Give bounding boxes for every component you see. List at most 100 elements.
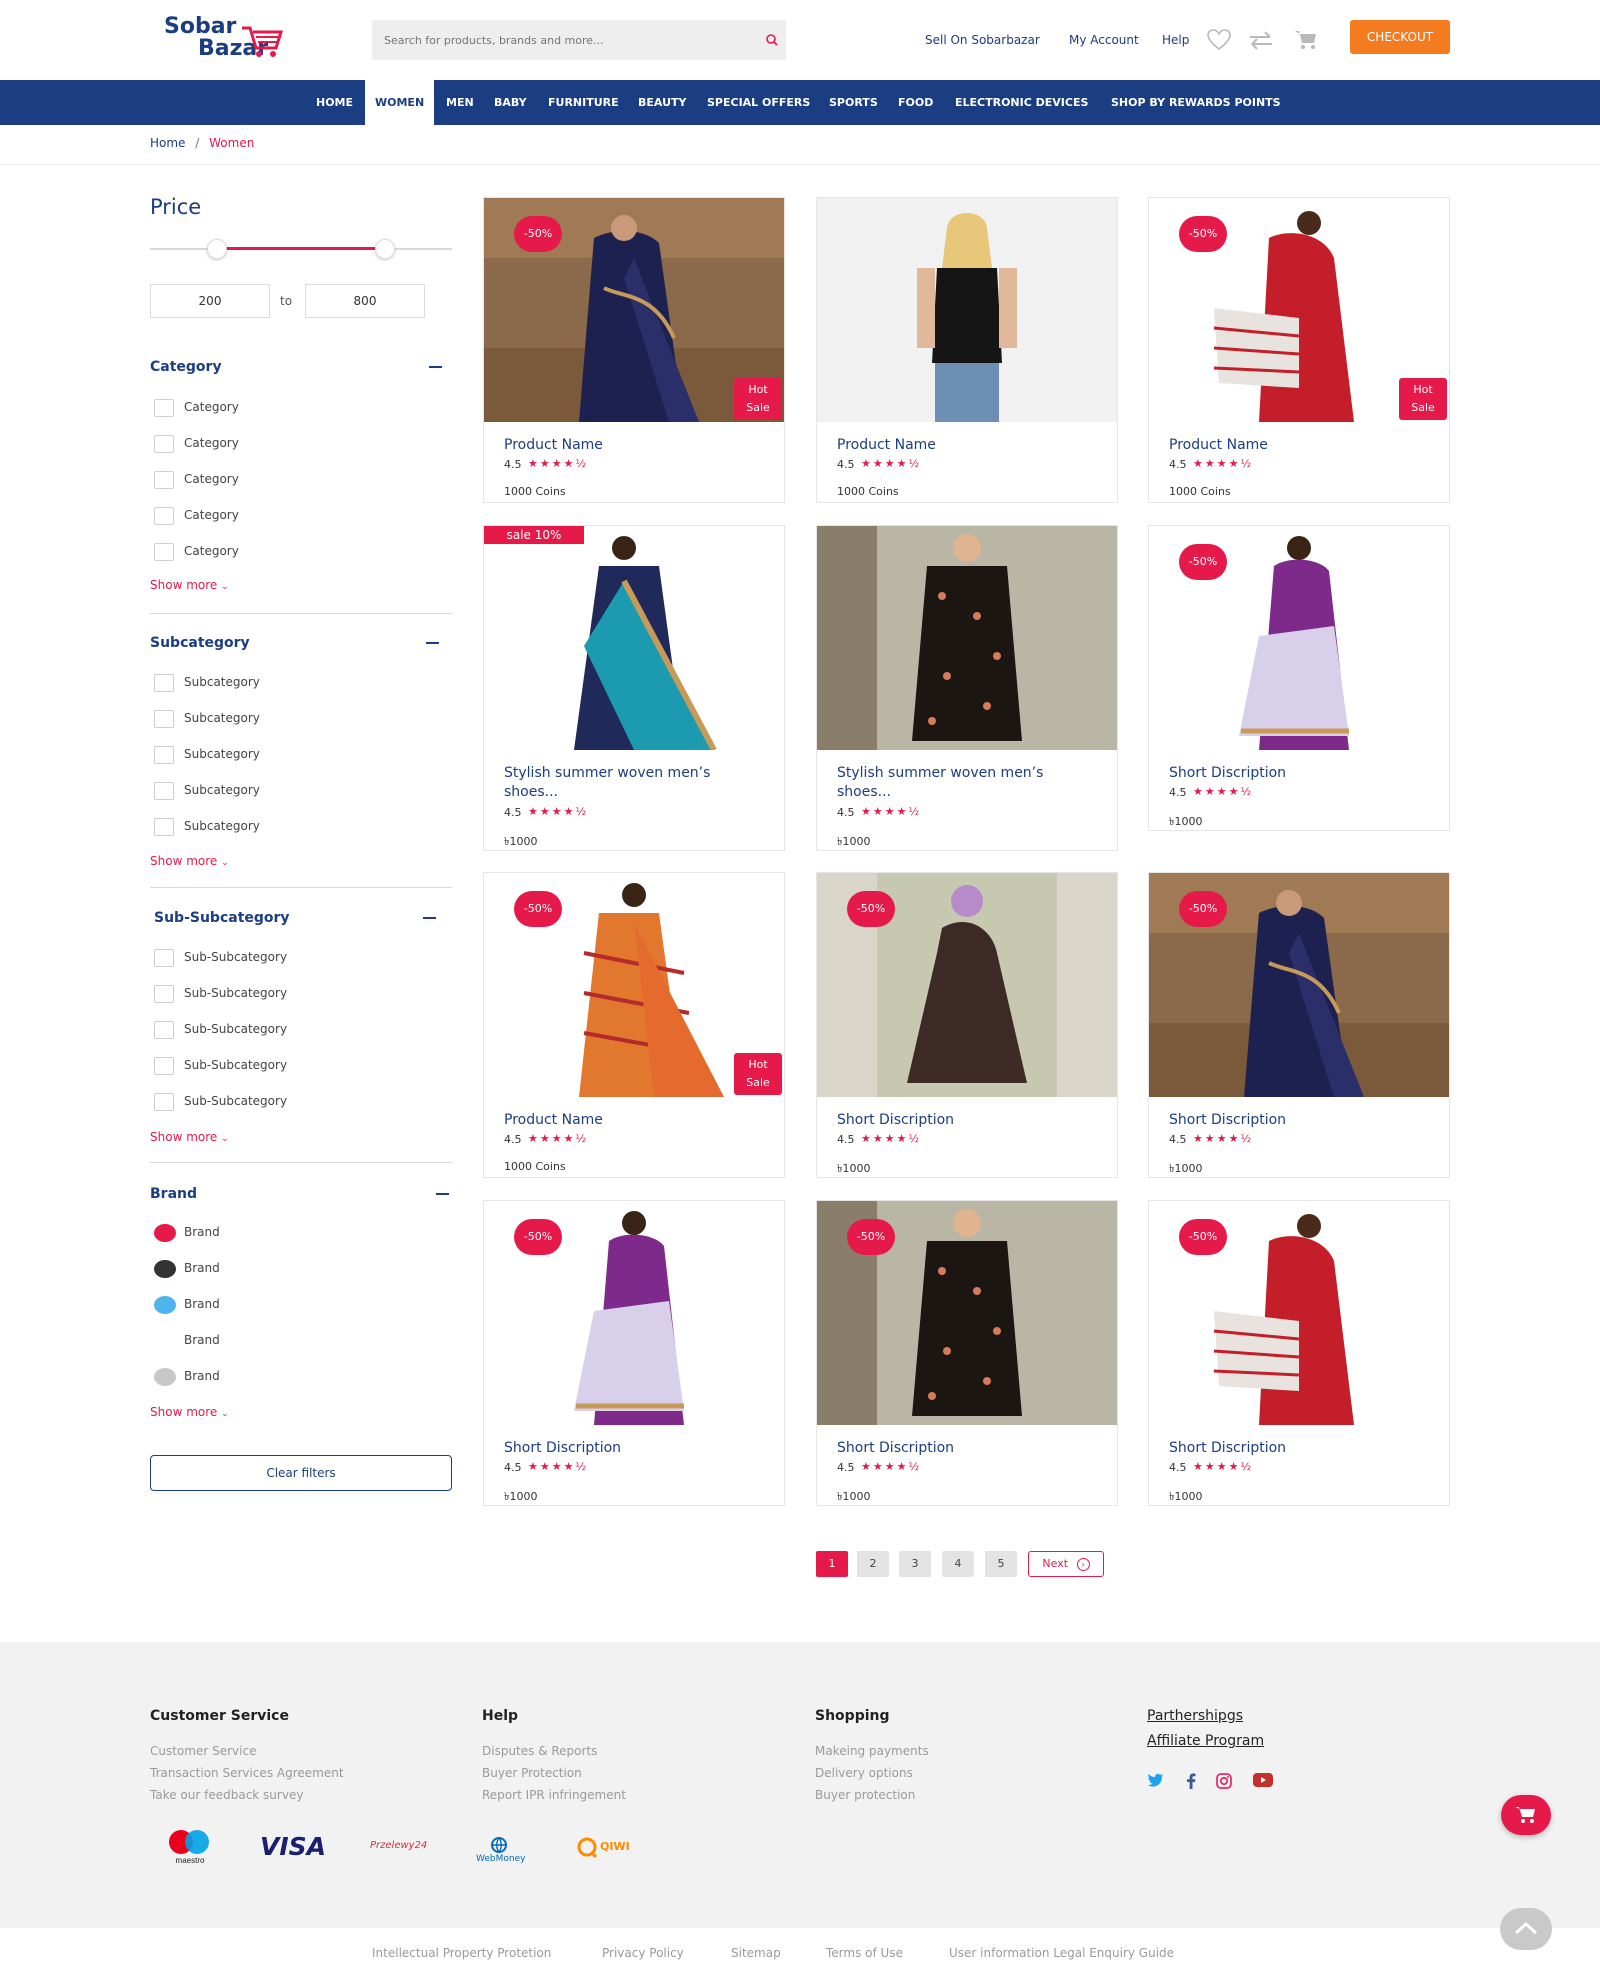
price-min-handle[interactable] (207, 239, 227, 259)
product-card[interactable]: -50% Hot Sale Product Name 4.5 ★★★★½ 1000 Coin… (1148, 197, 1450, 503)
subsubcategory-checkbox[interactable] (154, 949, 174, 967)
page-button[interactable]: 4 (942, 1551, 974, 1577)
subcategory-checkbox[interactable] (154, 674, 174, 692)
product-image[interactable] (817, 198, 1117, 422)
cart-icon[interactable] (1294, 29, 1318, 51)
page-button[interactable]: 3 (899, 1551, 931, 1577)
wishlist-heart-icon[interactable] (1206, 29, 1232, 51)
product-card[interactable]: -50% Hot Sale Product Name 4.5 ★★★★½ 1000 Coin… (483, 197, 785, 503)
page-button[interactable]: 2 (857, 1551, 889, 1577)
youtube-icon[interactable] (1253, 1773, 1273, 1787)
subsubcategory-checkbox[interactable] (154, 985, 174, 1003)
product-name[interactable]: Short Discription (1169, 1439, 1431, 1458)
product-image[interactable]: -50% Hot Sale (1149, 198, 1449, 422)
product-name[interactable]: Short Discription (1169, 1111, 1431, 1130)
nav-item-electronic-devices[interactable]: ELECTRONIC DEVICES (955, 80, 1088, 125)
twitter-icon[interactable] (1148, 1773, 1164, 1787)
category-checkbox[interactable] (154, 471, 174, 489)
brand-color-swatch[interactable] (154, 1332, 176, 1350)
price-max-handle[interactable] (375, 239, 395, 259)
partnerships-link[interactable]: Parthershipgs (1147, 1708, 1243, 1724)
product-name[interactable]: Stylish summer woven men’s shoes... (837, 764, 1099, 802)
product-card[interactable]: -50% Short Discription 4.5 ★★★★½ ৳1000 (1148, 525, 1450, 831)
floating-cart-button[interactable] (1501, 1795, 1551, 1835)
my-account-link[interactable]: My Account (1069, 33, 1139, 47)
product-image[interactable]: -50% (484, 1201, 784, 1425)
product-name[interactable]: Short Discription (1169, 764, 1431, 783)
category-checkbox[interactable] (154, 543, 174, 561)
brand-color-swatch[interactable] (154, 1296, 176, 1314)
product-card[interactable]: -50% Short Discription 4.5 ★★★★½ ৳1000 (1148, 872, 1450, 1178)
breadcrumb-home[interactable]: Home (150, 136, 185, 150)
brand-color-swatch[interactable] (154, 1224, 176, 1242)
collapse-brand-icon[interactable] (436, 1193, 449, 1195)
product-image[interactable]: -50% (1149, 1201, 1449, 1425)
bottom-link[interactable]: Sitemap (731, 1946, 781, 1960)
product-card[interactable]: -50% Short Discription 4.5 ★★★★½ ৳1000 (816, 1200, 1118, 1506)
next-page-button[interactable]: Next › (1028, 1551, 1104, 1577)
footer-link[interactable]: Customer Service (150, 1744, 256, 1758)
subsubcategory-checkbox[interactable] (154, 1021, 174, 1039)
brand-color-swatch[interactable] (154, 1368, 176, 1386)
footer-link[interactable]: Transaction Services Agreement (150, 1766, 344, 1780)
product-card[interactable]: Product Name 4.5 ★★★★½ 1000 Coins (816, 197, 1118, 503)
category-checkbox[interactable] (154, 399, 174, 417)
product-card[interactable]: -50% Hot Sale Product Name 4.5 ★★★★½ 1000 Coin… (483, 872, 785, 1178)
nav-item-baby[interactable]: BABY (494, 80, 527, 125)
compare-arrows-icon[interactable] (1248, 29, 1274, 51)
subsubcategory-checkbox[interactable] (154, 1093, 174, 1111)
product-card[interactable]: sale 10% Stylish summer woven men’s shoes… (483, 525, 785, 851)
footer-link[interactable]: Disputes & Reports (482, 1744, 597, 1758)
facebook-icon[interactable] (1186, 1773, 1196, 1789)
subsubcategory-checkbox[interactable] (154, 1057, 174, 1075)
category-checkbox[interactable] (154, 507, 174, 525)
footer-link[interactable]: Makeing payments (815, 1744, 929, 1758)
instagram-icon[interactable] (1216, 1773, 1232, 1789)
product-name[interactable]: Short Discription (837, 1439, 1099, 1458)
product-image[interactable]: -50% (817, 1201, 1117, 1425)
product-image[interactable]: sale 10% (484, 526, 784, 750)
price-max-input[interactable]: 800 (305, 284, 425, 318)
product-name[interactable]: Product Name (504, 1111, 766, 1130)
product-name[interactable]: Stylish summer woven men’s shoes... (504, 764, 766, 802)
subsubcategory-show-more[interactable]: Show more ⌄ (150, 1130, 229, 1144)
footer-link[interactable]: Buyer Protection (482, 1766, 582, 1780)
subcategory-checkbox[interactable] (154, 746, 174, 764)
nav-item-sports[interactable]: SPORTS (829, 80, 878, 125)
footer-link[interactable]: Buyer protection (815, 1788, 915, 1802)
footer-link[interactable]: Take our feedback survey (150, 1788, 303, 1802)
search-input[interactable] (384, 20, 744, 60)
product-name[interactable]: Product Name (837, 436, 1099, 455)
subcategory-checkbox[interactable] (154, 818, 174, 836)
clear-filters-button[interactable]: Clear filters (150, 1455, 452, 1491)
category-show-more[interactable]: Show more ⌄ (150, 578, 229, 592)
product-image[interactable]: -50% (1149, 873, 1449, 1097)
collapse-subsubcategory-icon[interactable] (423, 917, 436, 919)
nav-item-women[interactable]: WOMEN (365, 80, 435, 125)
footer-link[interactable]: Delivery options (815, 1766, 913, 1780)
site-logo[interactable]: Sobar Bazar (164, 14, 294, 66)
nav-item-beauty[interactable]: BEAUTY (638, 80, 686, 125)
category-checkbox[interactable] (154, 435, 174, 453)
affiliate-program-link[interactable]: Affiliate Program (1147, 1733, 1264, 1749)
sell-link[interactable]: Sell On Sobarbazar (925, 33, 1040, 47)
bottom-link[interactable]: Intellectual Property Protetion (372, 1946, 551, 1960)
product-image[interactable] (817, 526, 1117, 750)
nav-item-men[interactable]: MEN (446, 80, 474, 125)
collapse-category-icon[interactable] (429, 366, 442, 368)
checkout-button[interactable]: CHECKOUT (1350, 20, 1450, 54)
brand-color-swatch[interactable] (154, 1260, 176, 1278)
page-button[interactable]: 1 (816, 1551, 848, 1577)
scroll-to-top-button[interactable] (1500, 1908, 1552, 1950)
subcategory-show-more[interactable]: Show more ⌄ (150, 854, 229, 868)
footer-link[interactable]: Report IPR infringement (482, 1788, 626, 1802)
product-image[interactable]: -50% (817, 873, 1117, 1097)
nav-item-special-offers[interactable]: SPECIAL OFFERS (707, 80, 810, 125)
product-card[interactable]: -50% Short Discription 4.5 ★★★★½ ৳1000 (1148, 1200, 1450, 1506)
bottom-link[interactable]: User information Legal Enquiry Guide (949, 1946, 1174, 1960)
bottom-link[interactable]: Privacy Policy (602, 1946, 684, 1960)
product-card[interactable]: -50% Short Discription 4.5 ★★★★½ ৳1000 (483, 1200, 785, 1506)
product-name[interactable]: Short Discription (504, 1439, 766, 1458)
product-name[interactable]: Short Discription (837, 1111, 1099, 1130)
nav-item-furniture[interactable]: FURNITURE (548, 80, 619, 125)
